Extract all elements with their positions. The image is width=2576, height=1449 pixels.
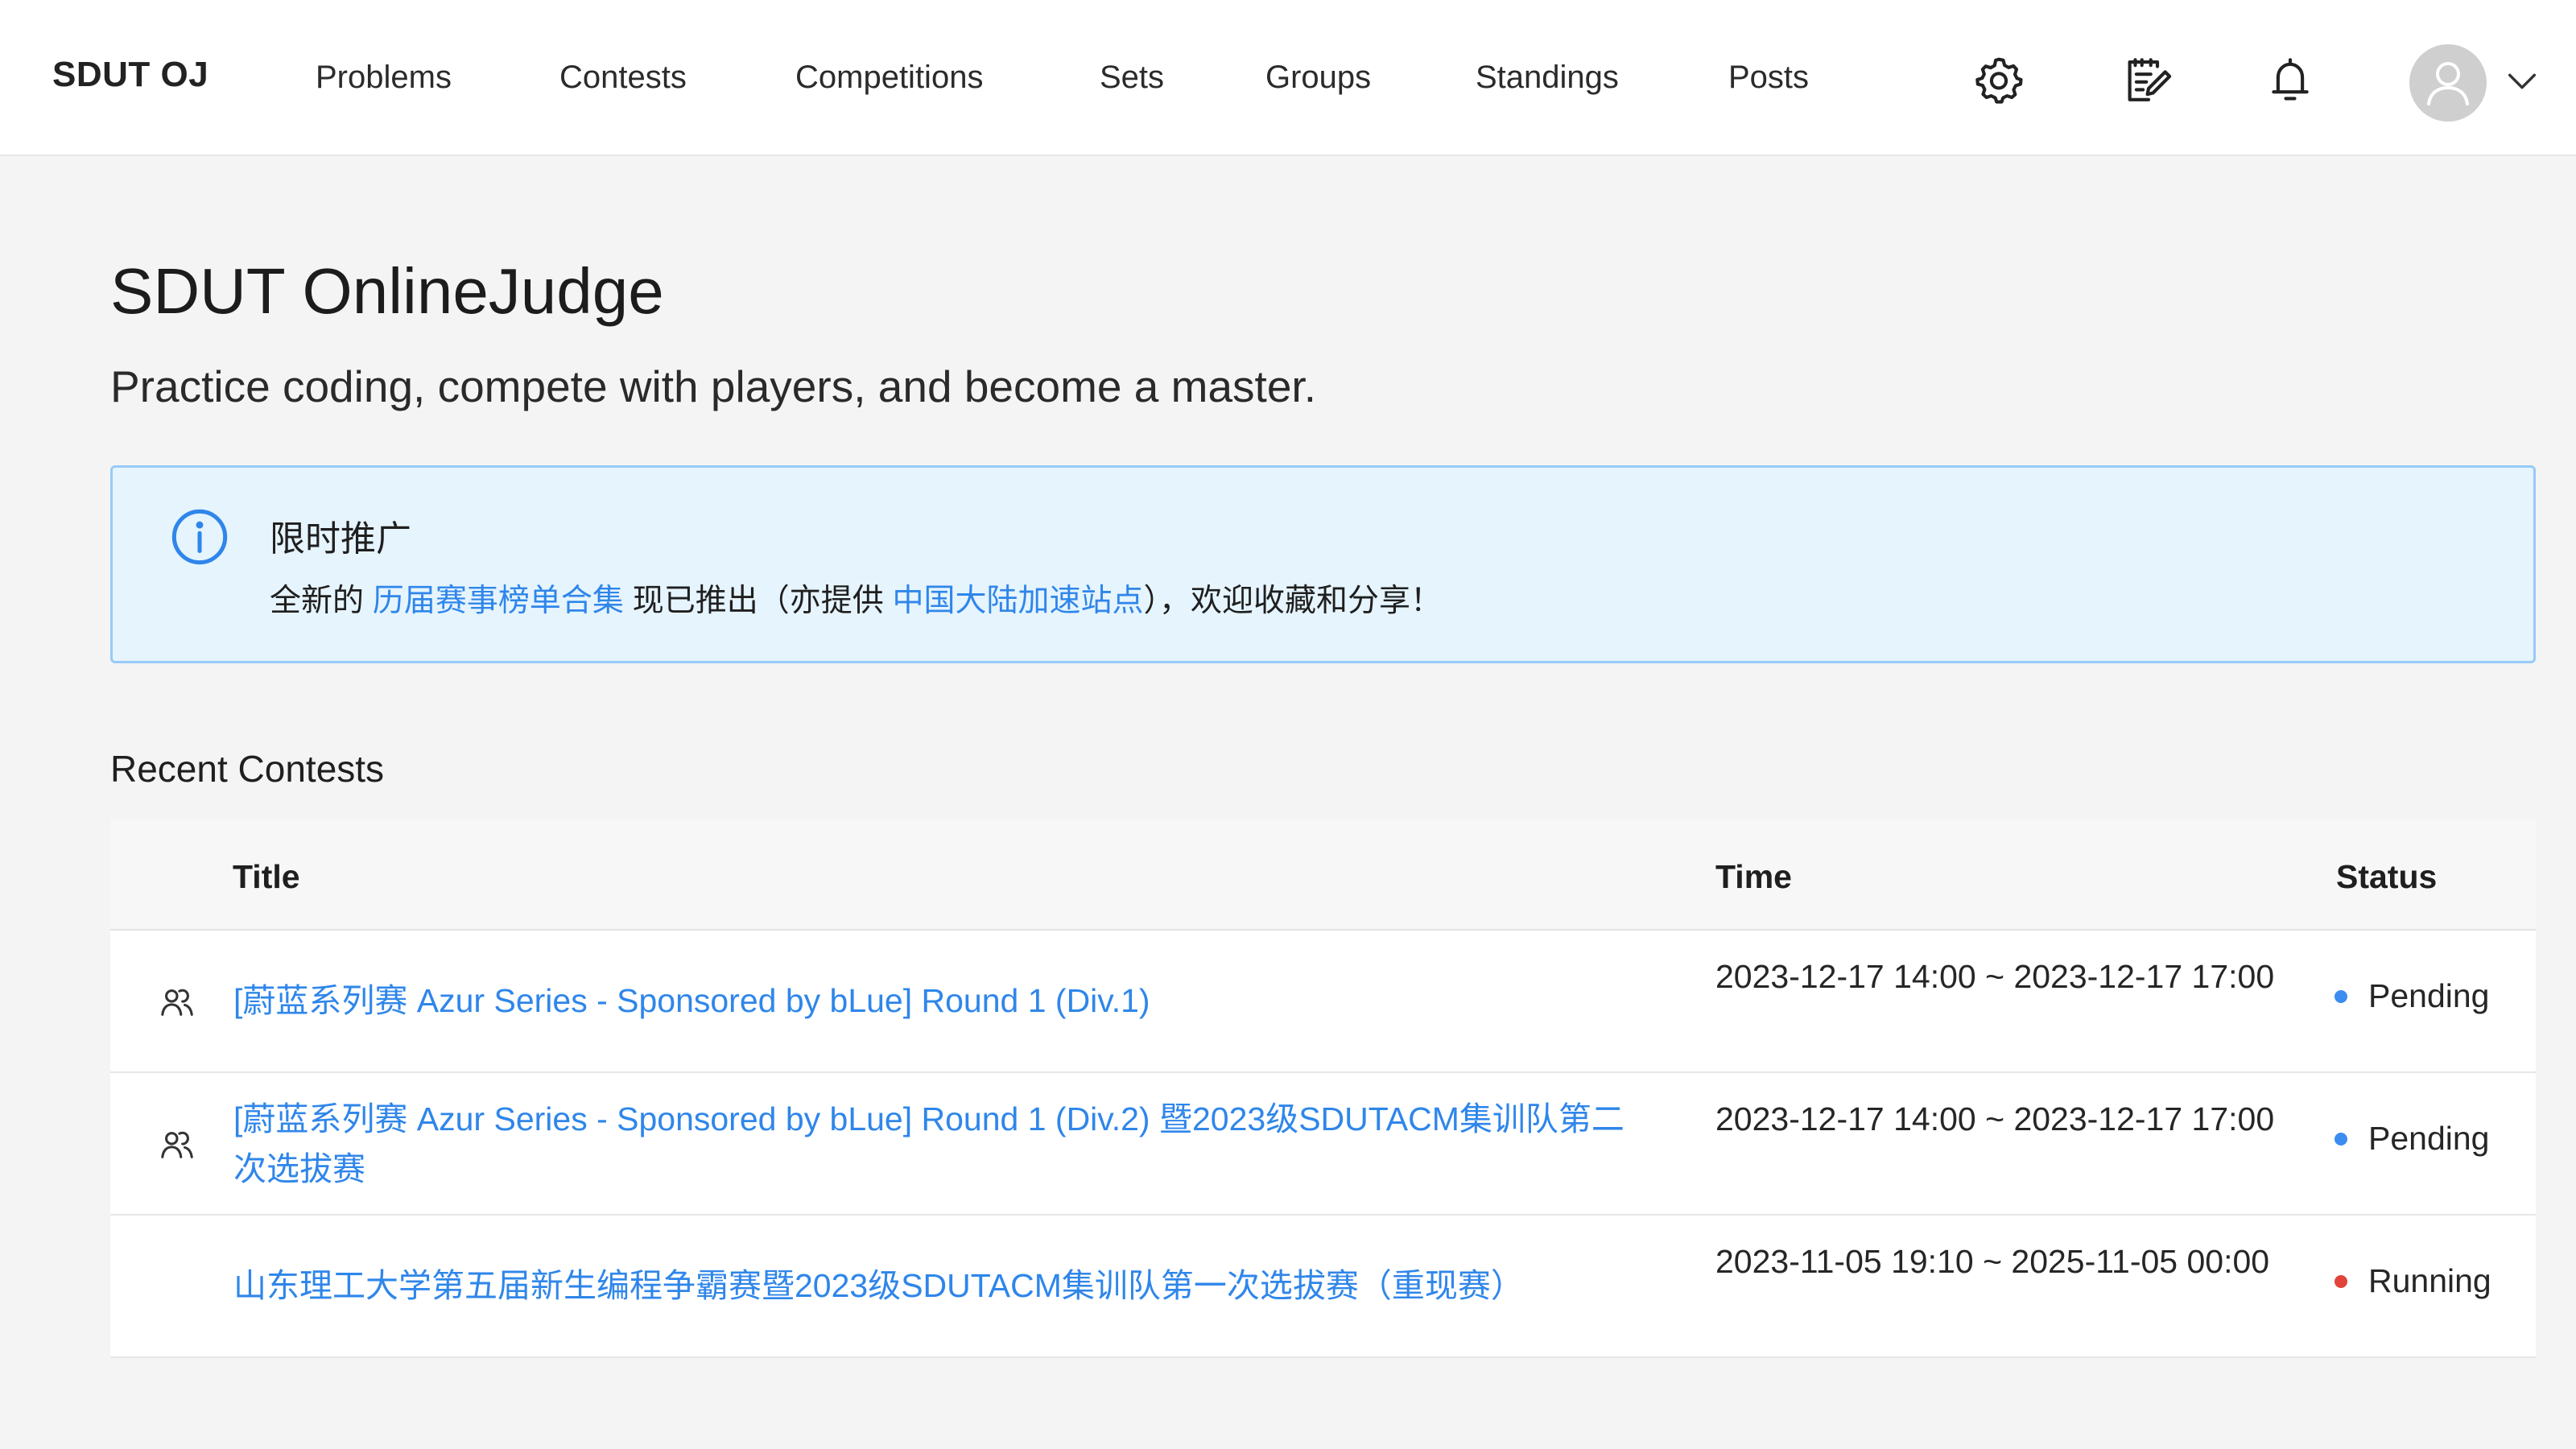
- contest-title-link[interactable]: 山东理工大学第五届新生编程争霸赛暨2023级SDUTACM集训队第一次选拔赛（重…: [233, 1261, 1650, 1311]
- recent-contests-table: Title Time Status [蔚蓝系列赛 Azur Series - S…: [110, 819, 2536, 1358]
- contest-title-link[interactable]: [蔚蓝系列赛 Azur Series - Sponsored by bLue] …: [233, 976, 1650, 1026]
- notice-text-middle: 现已推出（亦提供: [623, 584, 893, 618]
- status-label: Pending: [2368, 977, 2490, 1014]
- contest-time: 2023-12-17 14:00 ~ 2023-12-17 17:00: [1715, 958, 2275, 995]
- notice-text-before: 全新的: [270, 584, 373, 618]
- notice-body: 全新的 历届赛事榜单合集 现已推出（亦提供 中国大陆加速站点），欢迎收藏和分享！: [270, 576, 1442, 621]
- status-dot-pending: [2334, 989, 2347, 1003]
- table-header: Title Time Status: [110, 819, 2536, 931]
- contest-rankings-link[interactable]: 历届赛事榜单合集: [373, 584, 624, 618]
- contest-title-link[interactable]: [蔚蓝系列赛 Azur Series - Sponsored by bLue] …: [233, 1094, 1650, 1194]
- column-time-header: Time: [1715, 858, 1792, 895]
- notice-title: 限时推广: [270, 519, 411, 559]
- nav-competitions[interactable]: Competitions: [795, 60, 983, 96]
- table-row: [蔚蓝系列赛 Azur Series - Sponsored by bLue] …: [110, 931, 2536, 1073]
- user-icon: [2427, 62, 2469, 105]
- top-navbar: SDUT OJ Problems Contests Competitions S…: [0, 0, 2576, 156]
- status-label: Running: [2368, 1262, 2491, 1299]
- settings-icon[interactable]: [1972, 53, 2025, 106]
- info-icon: [171, 509, 228, 565]
- status-badge: Running: [2334, 1262, 2491, 1300]
- nav-groups[interactable]: Groups: [1265, 60, 1371, 96]
- recent-contests-heading: Recent Contests: [110, 748, 385, 790]
- edit-note-icon[interactable]: [2122, 53, 2175, 106]
- nav-posts[interactable]: Posts: [1728, 60, 1809, 96]
- brand-logo[interactable]: SDUT OJ: [52, 55, 208, 95]
- team-icon: [161, 989, 193, 1016]
- status-label: Pending: [2368, 1120, 2490, 1157]
- table-row: [蔚蓝系列赛 Azur Series - Sponsored by bLue] …: [110, 1073, 2536, 1216]
- avatar[interactable]: [2409, 44, 2487, 122]
- nav-sets[interactable]: Sets: [1100, 60, 1164, 96]
- nav-contests[interactable]: Contests: [559, 60, 687, 96]
- status-badge: Pending: [2334, 977, 2489, 1015]
- mainland-mirror-link[interactable]: 中国大陆加速站点: [893, 584, 1144, 618]
- contest-time: 2023-11-05 19:10 ~ 2025-11-05 00:00: [1715, 1243, 2270, 1280]
- nav-standings[interactable]: Standings: [1476, 60, 1619, 96]
- column-status-header: Status: [2336, 858, 2438, 895]
- chevron-down-icon[interactable]: [2504, 63, 2541, 100]
- status-badge: Pending: [2334, 1120, 2489, 1158]
- column-title-header: Title: [233, 858, 300, 895]
- table-row: 山东理工大学第五届新生编程争霸赛暨2023级SDUTACM集训队第一次选拔赛（重…: [110, 1216, 2536, 1358]
- page-title: SDUT OnlineJudge: [110, 255, 664, 327]
- nav-problems[interactable]: Problems: [316, 60, 452, 96]
- bell-icon[interactable]: [2264, 53, 2317, 106]
- notice-text-after: ），欢迎收藏和分享！: [1143, 584, 1443, 618]
- status-dot-running: [2334, 1274, 2347, 1288]
- status-dot-pending: [2334, 1132, 2347, 1146]
- promo-notice: 限时推广 全新的 历届赛事榜单合集 现已推出（亦提供 中国大陆加速站点），欢迎收…: [110, 465, 2536, 663]
- contest-time: 2023-12-17 14:00 ~ 2023-12-17 17:00: [1715, 1100, 2275, 1137]
- page-subtitle: Practice coding, compete with players, a…: [110, 361, 1316, 411]
- team-icon: [161, 1131, 193, 1158]
